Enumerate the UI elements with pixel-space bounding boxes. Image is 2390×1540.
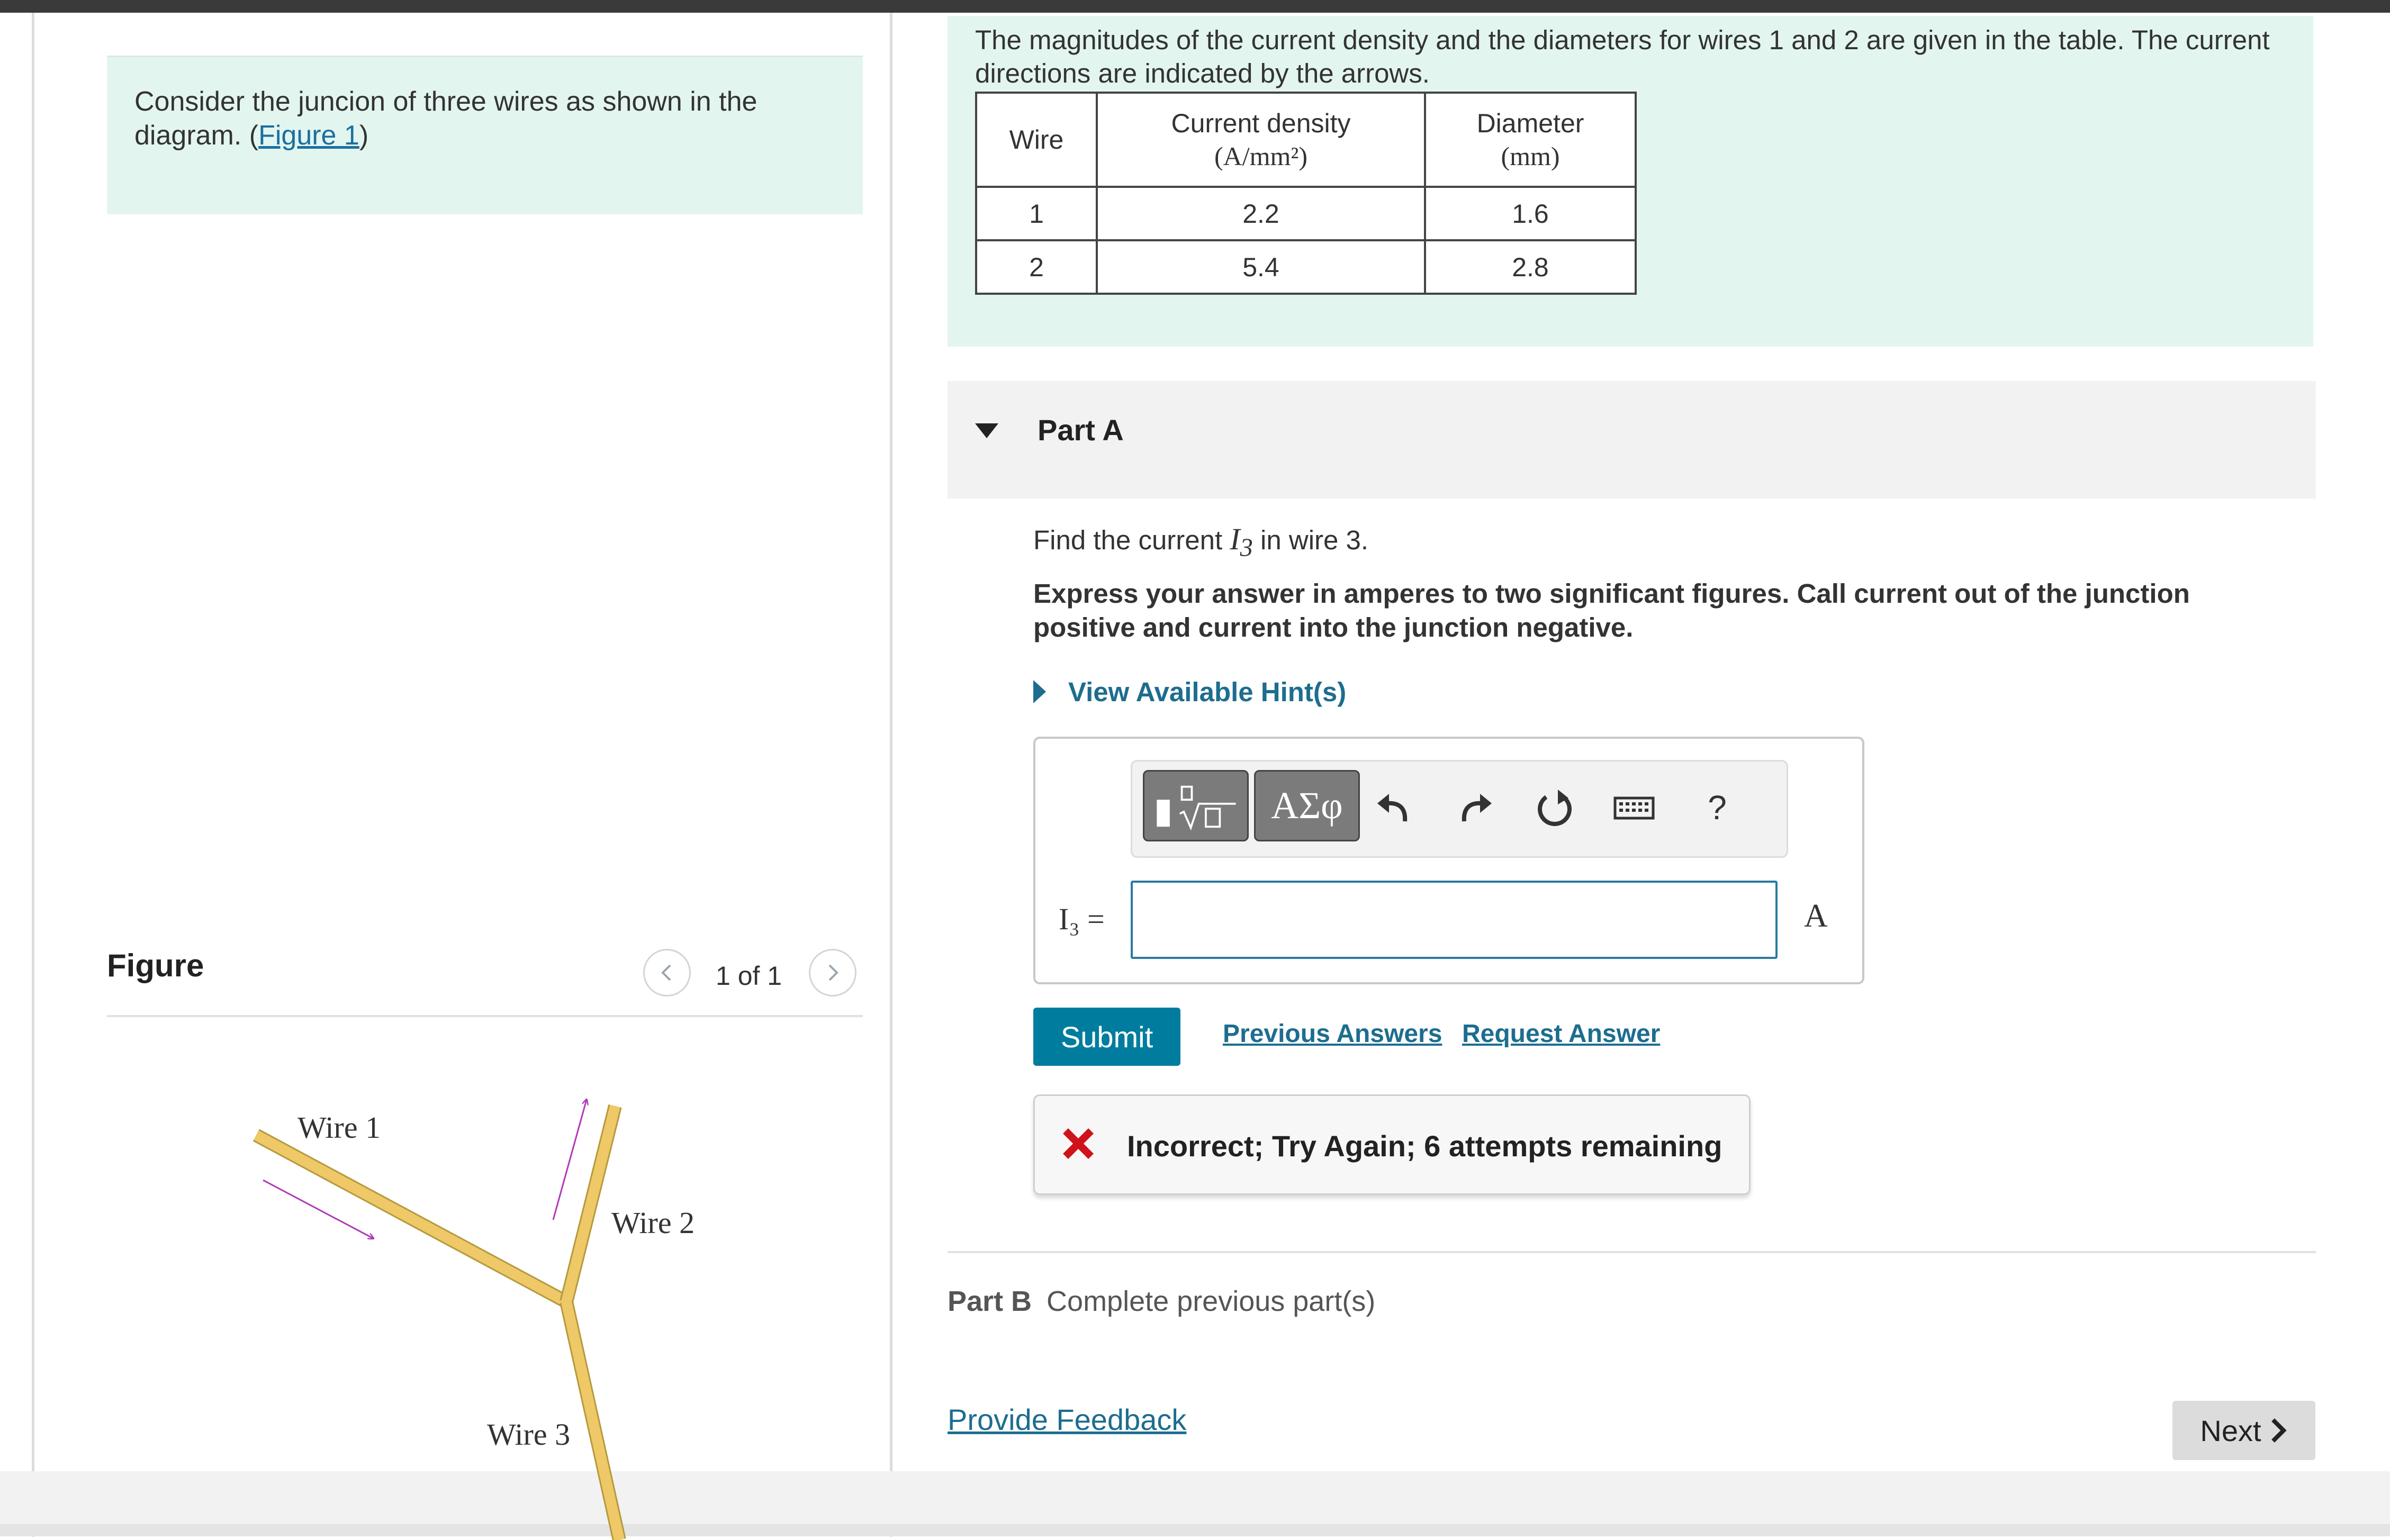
keyboard-button[interactable]: [1605, 778, 1663, 837]
fraction-root-template-icon: [1157, 785, 1236, 831]
wire-1-label: Wire 1: [297, 1110, 381, 1145]
feedback-message: Incorrect; Try Again; 6 attempts remaini…: [1033, 1094, 1751, 1195]
reset-icon: [1538, 790, 1572, 826]
part-b-divider: [948, 1251, 2316, 1253]
figure-link[interactable]: Figure 1: [258, 120, 359, 151]
redo-button[interactable]: [1446, 778, 1504, 837]
question-variable: I3: [1230, 522, 1253, 562]
header-diameter-unit: (mm): [1501, 141, 1560, 171]
table-header-row: Wire Current density (A/mm²) Diameter (mm): [975, 92, 1637, 188]
wire-3-label: Wire 3: [487, 1417, 570, 1452]
intro-text-suffix: ): [359, 120, 369, 151]
problem-panel: The magnitudes of the current density an…: [948, 16, 2313, 347]
header-diameter-label: Diameter: [1476, 108, 1584, 138]
request-answer-link[interactable]: Request Answer: [1462, 1019, 1660, 1048]
part-b-row: Part B Complete previous part(s): [948, 1285, 1375, 1318]
wire-2-label: Wire 2: [611, 1206, 695, 1240]
answer-input[interactable]: [1131, 881, 1778, 959]
part-a-title: Part A: [1038, 413, 1124, 447]
intro-panel: Consider the juncion of three wires as s…: [107, 56, 863, 214]
templates-button[interactable]: [1143, 770, 1249, 841]
answer-box: ΑΣφ ? I₃ = A: [1033, 737, 1864, 984]
figure-divider: [107, 1015, 863, 1017]
help-icon: ?: [1708, 789, 1727, 827]
undo-icon: [1377, 794, 1408, 822]
table-row: 2 5.4 2.8: [975, 239, 1637, 295]
wire-1-fill: [254, 1130, 569, 1307]
chevron-right-icon: [828, 964, 838, 981]
header-density-label: Current density: [1171, 108, 1351, 138]
wire-3-fill: [561, 1300, 625, 1540]
top-bar: [0, 0, 2390, 13]
chevron-left-icon: [661, 964, 671, 981]
expand-triangle-icon: [1033, 680, 1046, 703]
part-a-header[interactable]: Part A: [948, 381, 2316, 499]
cell-wire: 2: [975, 239, 1098, 295]
wire-2-fill: [561, 1104, 620, 1303]
intro-text: Consider the juncion of three wires as s…: [134, 85, 823, 152]
wire-junction-diagram: Wire 1 Wire 2 Wire 3: [252, 1080, 695, 1540]
answer-unit: A: [1804, 898, 1828, 934]
part-b-label: Part B: [948, 1285, 1032, 1317]
header-wire: Wire: [975, 92, 1098, 188]
hint-label: View Available Hint(s): [1068, 677, 1347, 707]
collapse-triangle-icon[interactable]: [975, 423, 998, 438]
question-prefix: Find the current: [1033, 525, 1230, 555]
intro-text-body: Consider the juncion of three wires as s…: [134, 86, 757, 151]
submit-button[interactable]: Submit: [1033, 1008, 1180, 1066]
next-label: Next: [2200, 1414, 2261, 1447]
view-hints-link[interactable]: View Available Hint(s): [1033, 676, 1346, 708]
header-wire-label: Wire: [1009, 125, 1064, 155]
cell-diameter: 1.6: [1424, 186, 1637, 241]
header-density-unit: (A/mm²): [1214, 141, 1308, 171]
undo-button[interactable]: [1365, 778, 1423, 837]
figure-next-button[interactable]: [809, 949, 856, 997]
question-var-letter: I: [1230, 522, 1240, 556]
header-diameter: Diameter (mm): [1424, 92, 1637, 188]
wire-2-current-arrow: [552, 1100, 587, 1220]
redo-icon: [1462, 794, 1492, 822]
part-b-status: Complete previous part(s): [1047, 1285, 1376, 1317]
left-edge-divider: [32, 13, 34, 1537]
table-row: 1 2.2 1.6: [975, 186, 1637, 241]
question-suffix: in wire 3.: [1252, 525, 1369, 555]
panel-divider[interactable]: [890, 13, 892, 1537]
next-button[interactable]: Next: [2172, 1401, 2315, 1460]
greek-symbols-button[interactable]: ΑΣφ: [1254, 770, 1360, 841]
cell-diameter: 2.8: [1424, 239, 1637, 295]
answer-variable-label: I₃ =: [1059, 902, 1105, 936]
reset-button[interactable]: [1526, 778, 1584, 837]
part-a-question: Find the current I3 in wire 3.: [1033, 521, 1368, 563]
chevron-right-icon: [2271, 1418, 2287, 1443]
cell-density: 5.4: [1096, 239, 1426, 295]
cell-wire: 1: [975, 186, 1098, 241]
previous-answers-link[interactable]: Previous Answers: [1223, 1019, 1442, 1048]
part-a-instructions: Express your answer in amperes to two si…: [1033, 578, 2190, 642]
data-table: Wire Current density (A/mm²) Diameter (mm)…: [975, 92, 1637, 295]
feedback-text: Incorrect; Try Again; 6 attempts remaini…: [1127, 1129, 1722, 1163]
header-current-density: Current density (A/mm²): [1096, 92, 1426, 188]
figure-counter: 1 of 1: [716, 961, 782, 991]
problem-text: The magnitudes of the current density an…: [975, 25, 2270, 88]
greek-symbols-label: ΑΣφ: [1271, 784, 1343, 827]
keyboard-icon: [1613, 796, 1655, 820]
provide-feedback-link[interactable]: Provide Feedback: [948, 1402, 1186, 1437]
cell-density: 2.2: [1096, 186, 1426, 241]
incorrect-x-icon: [1063, 1128, 1094, 1159]
question-var-subscript: 3: [1240, 533, 1253, 562]
math-toolbar: ΑΣφ ?: [1131, 760, 1788, 858]
figure-prev-button[interactable]: [643, 949, 691, 997]
help-button[interactable]: ?: [1688, 778, 1746, 837]
figure-title: Figure: [107, 948, 204, 983]
